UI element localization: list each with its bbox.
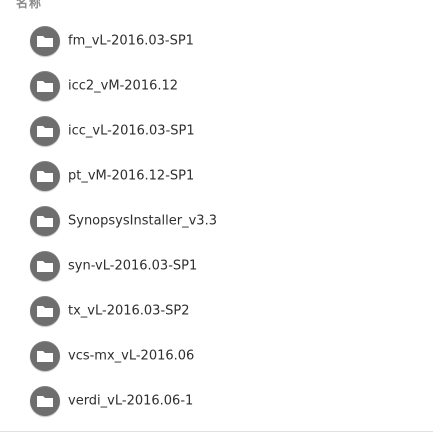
list-item[interactable]: tx_vL-2016.03-SP2 (0, 288, 433, 333)
folder-icon (30, 250, 60, 281)
list-item[interactable]: icc_vL-2016.03-SP1 (0, 108, 433, 153)
file-list-view: 名称 fm_vL-2016.03-SP1 icc2_vM-2016.12 icc… (0, 0, 433, 432)
folder-icon (30, 385, 60, 416)
file-name: icc_vL-2016.03-SP1 (68, 123, 195, 138)
list-item[interactable]: syn-vL-2016.03-SP1 (0, 243, 433, 288)
folder-icon (30, 115, 60, 146)
file-name: SynopsysInstaller_v3.3 (68, 213, 217, 228)
folder-icon (30, 295, 60, 326)
file-name: vcs-mx_vL-2016.06 (68, 348, 195, 363)
list-item[interactable]: icc2_vM-2016.12 (0, 63, 433, 108)
list-item[interactable]: pt_vM-2016.12-SP1 (0, 153, 433, 198)
file-name: icc2_vM-2016.12 (68, 78, 179, 93)
list-item[interactable]: fm_vL-2016.03-SP1 (0, 18, 433, 63)
folder-icon (30, 160, 60, 191)
folder-icon (30, 205, 60, 236)
file-name: tx_vL-2016.03-SP2 (68, 303, 190, 318)
list-item[interactable]: vcs-mx_vL-2016.06 (0, 333, 433, 378)
folder-icon (30, 340, 60, 371)
folder-icon (30, 70, 60, 101)
list-item[interactable]: verdi_vL-2016.06-1 (0, 378, 433, 423)
list-item[interactable]: SynopsysInstaller_v3.3 (0, 198, 433, 243)
file-name: syn-vL-2016.03-SP1 (68, 258, 198, 273)
file-name: pt_vM-2016.12-SP1 (68, 168, 195, 183)
name-column-header[interactable]: 名称 (16, 0, 42, 10)
file-rows: fm_vL-2016.03-SP1 icc2_vM-2016.12 icc_vL… (0, 18, 433, 423)
file-name: fm_vL-2016.03-SP1 (68, 33, 194, 48)
folder-icon (30, 25, 60, 56)
file-name: verdi_vL-2016.06-1 (68, 393, 194, 408)
